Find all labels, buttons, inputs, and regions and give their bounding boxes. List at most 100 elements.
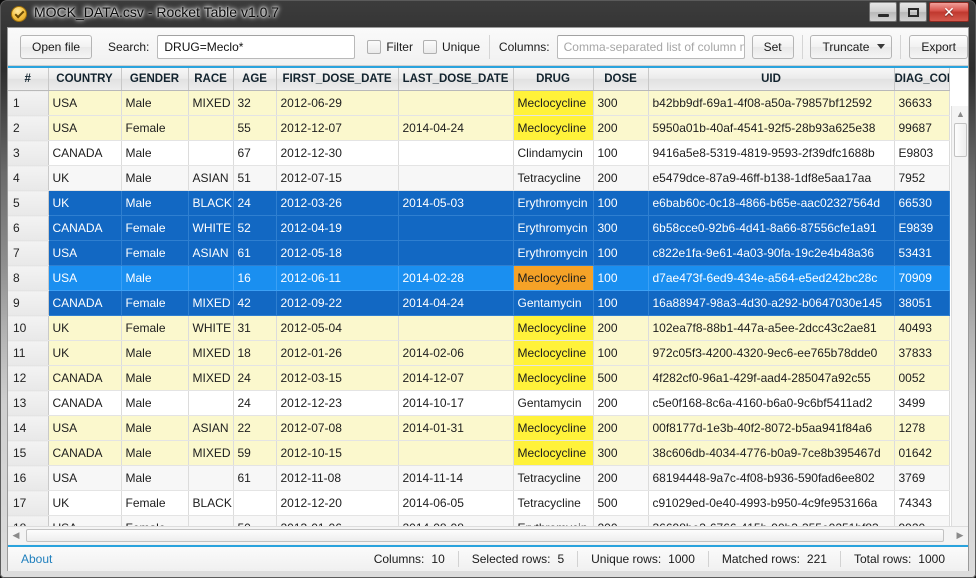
- cell-uid[interactable]: c822e1fa-9e61-4a03-90fa-19c2e4b48a36: [648, 241, 894, 266]
- cell-diag-code[interactable]: 36633: [894, 91, 949, 116]
- cell-uid[interactable]: e6bab60c-0c18-4866-b65e-aac02327564d: [648, 191, 894, 216]
- table-row[interactable]: 2USAFemale552012-12-072014-04-24Meclocyc…: [8, 116, 949, 141]
- cell-first-dose-date[interactable]: 2012-12-30: [276, 141, 398, 166]
- table-row[interactable]: 5UKMaleBLACK242012-03-262014-05-03Erythr…: [8, 191, 949, 216]
- cell-dose[interactable]: 100: [593, 291, 648, 316]
- cell-age[interactable]: 32: [233, 91, 276, 116]
- row-index-cell[interactable]: 4: [8, 166, 48, 191]
- cell-drug[interactable]: Meclocycline: [513, 341, 593, 366]
- row-index-cell[interactable]: 9: [8, 291, 48, 316]
- cell-first-dose-date[interactable]: 2012-03-15: [276, 366, 398, 391]
- cell-age[interactable]: 67: [233, 141, 276, 166]
- cell-race[interactable]: [188, 466, 233, 491]
- cell-age[interactable]: 16: [233, 266, 276, 291]
- cell-gender[interactable]: Male: [121, 141, 188, 166]
- table-row[interactable]: 12CANADAMaleMIXED242012-03-152014-12-07M…: [8, 366, 949, 391]
- cell-last-dose-date[interactable]: 2014-04-24: [398, 291, 513, 316]
- cell-last-dose-date[interactable]: 2014-05-03: [398, 191, 513, 216]
- cell-age[interactable]: 61: [233, 466, 276, 491]
- cell-diag-code[interactable]: 38051: [894, 291, 949, 316]
- scroll-left-icon[interactable]: ◀: [8, 527, 24, 544]
- cell-race[interactable]: [188, 266, 233, 291]
- cell-first-dose-date[interactable]: 2012-12-23: [276, 391, 398, 416]
- cell-country[interactable]: USA: [48, 266, 121, 291]
- cell-last-dose-date[interactable]: [398, 316, 513, 341]
- cell-gender[interactable]: Male: [121, 366, 188, 391]
- cell-first-dose-date[interactable]: 2012-05-18: [276, 241, 398, 266]
- cell-dose[interactable]: 200: [593, 116, 648, 141]
- cell-gender[interactable]: Male: [121, 391, 188, 416]
- cell-uid[interactable]: 00f8177d-1e3b-40f2-8072-b5aa941f84a6: [648, 416, 894, 441]
- cell-drug[interactable]: Meclocycline: [513, 316, 593, 341]
- cell-dose[interactable]: 200: [593, 416, 648, 441]
- cell-age[interactable]: 24: [233, 191, 276, 216]
- cell-country[interactable]: UK: [48, 166, 121, 191]
- cell-age[interactable]: 22: [233, 416, 276, 441]
- cell-diag-code[interactable]: 99687: [894, 116, 949, 141]
- cell-diag-code[interactable]: 0052: [894, 366, 949, 391]
- table-row[interactable]: 4UKMaleASIAN512012-07-15Tetracycline200e…: [8, 166, 949, 191]
- cell-gender[interactable]: Female: [121, 216, 188, 241]
- table-row[interactable]: 17UKFemaleBLACK2012-12-202014-06-05Tetra…: [8, 491, 949, 516]
- cell-age[interactable]: 61: [233, 241, 276, 266]
- column-header-first-dose-date[interactable]: FIRST_DOSE_DATE: [276, 68, 398, 91]
- row-index-cell[interactable]: 6: [8, 216, 48, 241]
- cell-dose[interactable]: 100: [593, 266, 648, 291]
- cell-dose[interactable]: 500: [593, 491, 648, 516]
- cell-race[interactable]: [188, 116, 233, 141]
- cell-drug[interactable]: Meclocycline: [513, 266, 593, 291]
- cell-first-dose-date[interactable]: 2012-11-08: [276, 466, 398, 491]
- cell-country[interactable]: USA: [48, 416, 121, 441]
- cell-uid[interactable]: 38c606db-4034-4776-b0a9-7ce8b395467d: [648, 441, 894, 466]
- cell-diag-code[interactable]: 3769: [894, 466, 949, 491]
- cell-age[interactable]: 52: [233, 216, 276, 241]
- columns-input[interactable]: Comma-separated list of column name: [557, 35, 745, 59]
- column-header-last-dose-date[interactable]: LAST_DOSE_DATE: [398, 68, 513, 91]
- cell-uid[interactable]: 972c05f3-4200-4320-9ec6-ee765b78dde0: [648, 341, 894, 366]
- cell-dose[interactable]: 500: [593, 366, 648, 391]
- unique-checkbox-group[interactable]: Unique: [423, 40, 480, 54]
- maximize-button[interactable]: [899, 2, 927, 22]
- cell-race[interactable]: [188, 391, 233, 416]
- cell-uid[interactable]: d7ae473f-6ed9-434e-a564-e5ed242bc28c: [648, 266, 894, 291]
- cell-uid[interactable]: 6b58cce0-92b6-4d41-8a66-87556cfe1a91: [648, 216, 894, 241]
- cell-age[interactable]: 42: [233, 291, 276, 316]
- table-row[interactable]: 11UKMaleMIXED182012-01-262014-02-06Meclo…: [8, 341, 949, 366]
- filter-checkbox-group[interactable]: Filter: [367, 40, 413, 54]
- cell-drug[interactable]: Clindamycin: [513, 141, 593, 166]
- cell-gender[interactable]: Male: [121, 91, 188, 116]
- cell-country[interactable]: CANADA: [48, 441, 121, 466]
- cell-diag-code[interactable]: E9803: [894, 141, 949, 166]
- cell-age[interactable]: 24: [233, 366, 276, 391]
- row-index-cell[interactable]: 5: [8, 191, 48, 216]
- cell-first-dose-date[interactable]: 2012-03-26: [276, 191, 398, 216]
- cell-country[interactable]: CANADA: [48, 291, 121, 316]
- cell-diag-code[interactable]: 7952: [894, 166, 949, 191]
- cell-gender[interactable]: Male: [121, 416, 188, 441]
- cell-race[interactable]: BLACK: [188, 191, 233, 216]
- cell-country[interactable]: CANADA: [48, 366, 121, 391]
- cell-last-dose-date[interactable]: [398, 241, 513, 266]
- cell-last-dose-date[interactable]: [398, 141, 513, 166]
- cell-last-dose-date[interactable]: 2014-01-31: [398, 416, 513, 441]
- cell-drug[interactable]: Erythromycin: [513, 191, 593, 216]
- cell-first-dose-date[interactable]: 2012-10-15: [276, 441, 398, 466]
- cell-dose[interactable]: 100: [593, 341, 648, 366]
- table-row[interactable]: 10UKFemaleWHITE312012-05-04Meclocycline2…: [8, 316, 949, 341]
- row-index-cell[interactable]: 3: [8, 141, 48, 166]
- cell-last-dose-date[interactable]: 2014-02-06: [398, 341, 513, 366]
- cell-age[interactable]: 31: [233, 316, 276, 341]
- cell-last-dose-date[interactable]: 2014-06-05: [398, 491, 513, 516]
- cell-last-dose-date[interactable]: 2014-12-07: [398, 366, 513, 391]
- cell-age[interactable]: 18: [233, 341, 276, 366]
- cell-diag-code[interactable]: E9839: [894, 216, 949, 241]
- row-index-cell[interactable]: 7: [8, 241, 48, 266]
- column-header-race[interactable]: RACE: [188, 68, 233, 91]
- row-index-cell[interactable]: 14: [8, 416, 48, 441]
- cell-last-dose-date[interactable]: 2014-11-14: [398, 466, 513, 491]
- cell-gender[interactable]: Female: [121, 116, 188, 141]
- cell-race[interactable]: WHITE: [188, 316, 233, 341]
- unique-checkbox[interactable]: [423, 40, 437, 54]
- column-header-age[interactable]: AGE: [233, 68, 276, 91]
- cell-diag-code[interactable]: 1278: [894, 416, 949, 441]
